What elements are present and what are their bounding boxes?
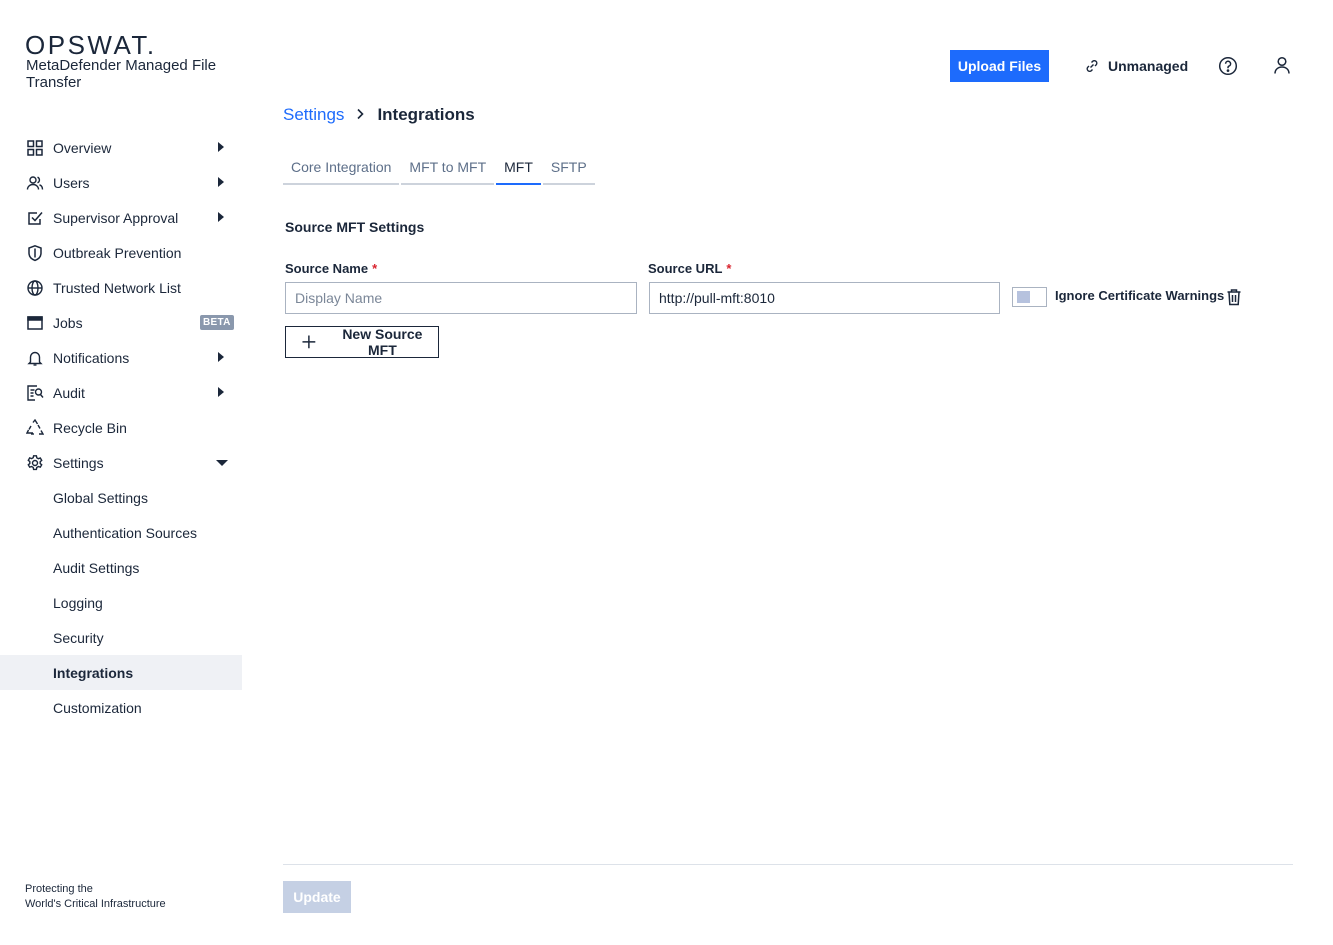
sidebar-item-label: Audit <box>53 384 85 401</box>
grid-icon <box>26 139 44 157</box>
sidebar-item-trusted-network-list[interactable]: Trusted Network List <box>0 270 242 305</box>
trash-icon[interactable] <box>1226 288 1242 306</box>
users-icon <box>26 174 44 192</box>
upload-files-button[interactable]: Upload Files <box>950 50 1049 82</box>
integration-tabs: Core Integration MFT to MFT MFT SFTP <box>283 150 597 185</box>
sidebar-item-label: Jobs <box>53 314 83 331</box>
source-url-label-text: Source URL <box>648 261 723 276</box>
sidebar: OPSWAT. MetaDefender Managed File Transf… <box>0 0 242 945</box>
footer-divider <box>283 864 1293 865</box>
caret-right-icon <box>218 142 224 152</box>
sidebar-item-label: Users <box>53 174 90 191</box>
breadcrumb-current: Integrations <box>377 105 475 124</box>
unmanaged-link[interactable]: Unmanaged <box>1084 55 1188 77</box>
source-url-input[interactable] <box>649 282 1000 314</box>
new-source-mft-label: New Source MFT <box>342 326 423 358</box>
shield-icon <box>26 244 44 262</box>
tab-sftp[interactable]: SFTP <box>542 150 595 185</box>
new-source-mft-button[interactable]: New Source MFT <box>285 326 439 358</box>
toggle-knob <box>1017 291 1030 303</box>
tagline: Protecting the World's Critical Infrastr… <box>25 882 166 912</box>
beta-badge: BETA <box>200 315 234 330</box>
sidebar-item-label: Settings <box>53 454 104 471</box>
tab-mft-to-mft[interactable]: MFT to MFT <box>401 150 495 185</box>
source-name-label-text: Source Name <box>285 261 369 276</box>
unmanaged-label: Unmanaged <box>1108 58 1189 74</box>
ignore-certificate-label: Ignore Certificate Warnings <box>1055 288 1225 303</box>
tab-core-integration[interactable]: Core Integration <box>283 150 400 185</box>
checkbox-icon <box>26 209 44 227</box>
sidebar-item-overview[interactable]: Overview <box>0 130 242 165</box>
caret-down-icon <box>216 460 228 466</box>
chevron-right-icon <box>356 105 365 125</box>
source-name-input[interactable] <box>285 282 637 314</box>
required-mark: * <box>372 261 378 276</box>
sidebar-item-jobs[interactable]: Jobs BETA <box>0 305 242 340</box>
audit-icon <box>26 384 44 402</box>
sidebar-subitem-security[interactable]: Security <box>0 620 242 655</box>
gear-icon <box>26 454 44 472</box>
sidebar-item-outbreak-prevention[interactable]: Outbreak Prevention <box>0 235 242 270</box>
recycle-icon <box>26 418 44 437</box>
caret-right-icon <box>218 352 224 362</box>
sidebar-subitem-global-settings[interactable]: Global Settings <box>0 480 242 515</box>
sidebar-item-label: Notifications <box>53 349 130 366</box>
sidebar-nav: Overview Users Supervisor Approval Outbr… <box>0 130 242 725</box>
sidebar-item-label: Outbreak Prevention <box>53 244 182 261</box>
sidebar-subitem-customization[interactable]: Customization <box>0 690 242 725</box>
help-icon[interactable] <box>1218 56 1238 76</box>
globe-icon <box>26 279 44 297</box>
section-title: Source MFT Settings <box>285 219 425 235</box>
caret-right-icon <box>218 212 224 222</box>
sidebar-item-settings[interactable]: Settings <box>0 445 242 480</box>
caret-right-icon <box>218 177 224 187</box>
update-button[interactable]: Update <box>283 881 351 913</box>
sidebar-item-audit[interactable]: Audit <box>0 375 242 410</box>
caret-right-icon <box>218 387 224 397</box>
sidebar-item-notifications[interactable]: Notifications <box>0 340 242 375</box>
sidebar-item-supervisor-approval[interactable]: Supervisor Approval <box>0 200 242 235</box>
sidebar-item-label: Trusted Network List <box>53 279 181 296</box>
tab-mft[interactable]: MFT <box>496 150 541 185</box>
breadcrumb: Settings Integrations <box>283 105 475 125</box>
sidebar-item-recycle-bin[interactable]: Recycle Bin <box>0 410 242 445</box>
sidebar-item-label: Supervisor Approval <box>53 209 179 226</box>
source-name-label: Source Name * <box>285 261 377 276</box>
tagline-line-2: World's Critical Infrastructure <box>25 898 166 910</box>
tagline-line-1: Protecting the <box>25 883 93 895</box>
required-mark: * <box>726 261 732 276</box>
ignore-certificate-toggle[interactable] <box>1012 287 1047 307</box>
sidebar-item-label: Overview <box>53 139 112 156</box>
source-url-label: Source URL * <box>648 261 731 276</box>
product-name: MetaDefender Managed File Transfer <box>26 57 217 91</box>
user-icon[interactable] <box>1272 55 1292 75</box>
breadcrumb-settings-link[interactable]: Settings <box>283 105 344 125</box>
sidebar-subitem-logging[interactable]: Logging <box>0 585 242 620</box>
sidebar-item-label: Recycle Bin <box>53 419 127 436</box>
sidebar-subitem-authentication-sources[interactable]: Authentication Sources <box>0 515 242 550</box>
sidebar-subitem-integrations[interactable]: Integrations <box>0 655 242 690</box>
link-icon <box>1084 58 1100 74</box>
bell-icon <box>26 349 44 367</box>
sidebar-item-users[interactable]: Users <box>0 165 242 200</box>
window-icon <box>26 314 44 332</box>
plus-icon <box>301 334 317 350</box>
sidebar-subitem-audit-settings[interactable]: Audit Settings <box>0 550 242 585</box>
